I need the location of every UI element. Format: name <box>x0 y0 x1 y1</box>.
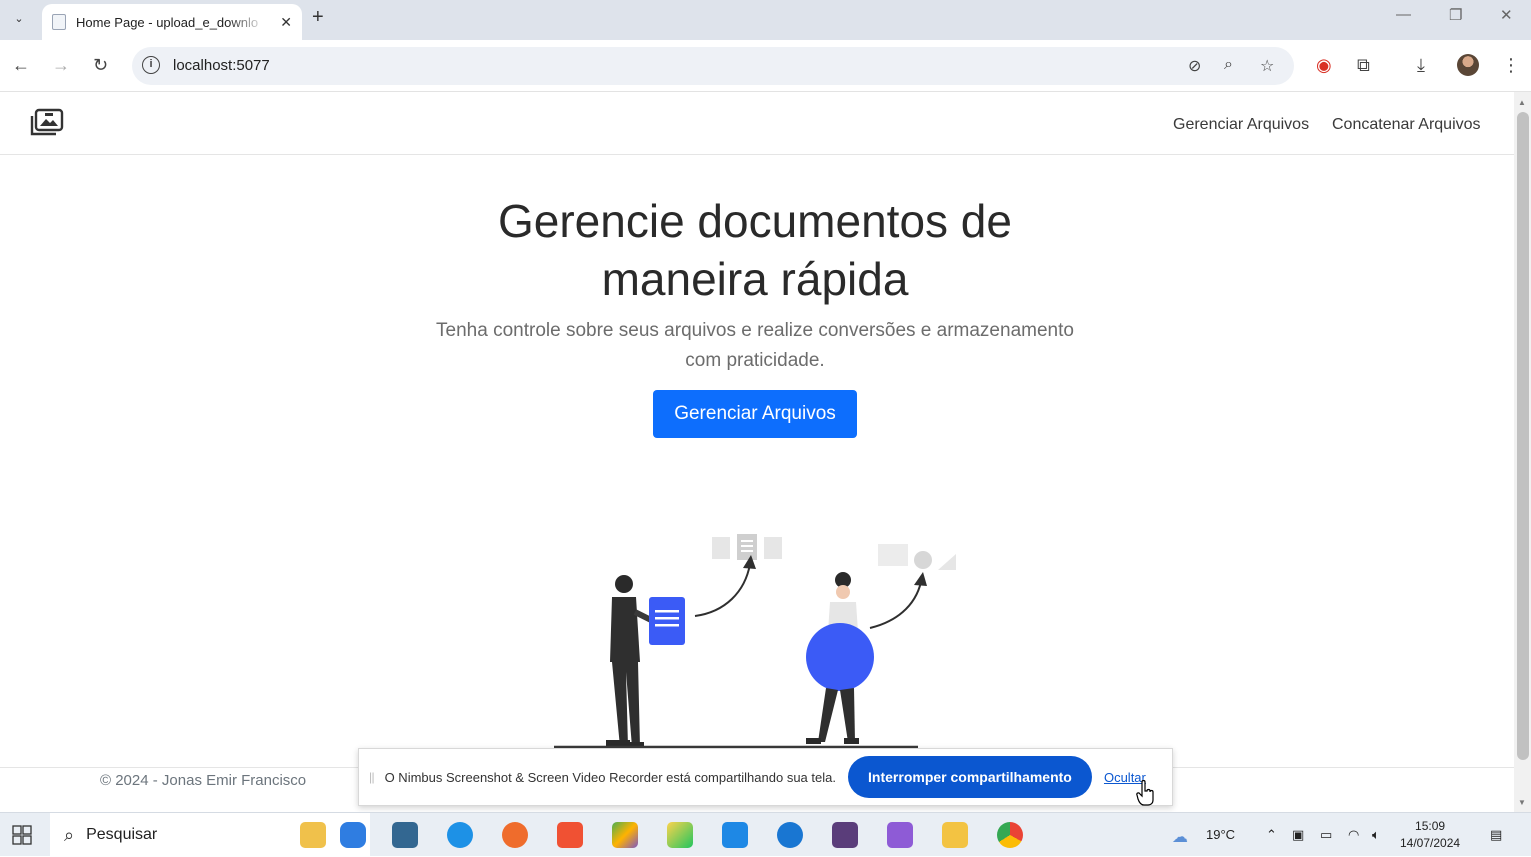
hero-lead-line1: Tenha controle sobre seus arquivos e rea… <box>436 320 1074 341</box>
screen-recorder-extension-icon[interactable]: ◉ <box>1316 54 1332 76</box>
web-page: Gerenciar Arquivos Concatenar Arquivos G… <box>0 92 1514 812</box>
page-favicon-icon <box>52 14 66 30</box>
taskbar-app-postman-icon[interactable] <box>502 822 528 848</box>
sharing-message: O Nimbus Screenshot & Screen Video Recor… <box>384 769 836 785</box>
taskbar-app-chrome-icon[interactable] <box>997 822 1023 848</box>
site-info-icon[interactable]: i <box>142 56 160 74</box>
taskbar-clock[interactable]: 15:09 14/07/2024 <box>1400 818 1460 852</box>
clock-time: 15:09 <box>1415 819 1446 833</box>
taskbar-app-notes-icon[interactable] <box>300 822 326 848</box>
hero-lead: Tenha controle sobre seus arquivos e rea… <box>420 316 1090 376</box>
taskbar-app-postgres-icon[interactable] <box>392 822 418 848</box>
browser-menu-icon[interactable]: ⋮ <box>1502 54 1520 76</box>
taskbar-app-firefox-icon[interactable] <box>777 822 803 848</box>
browser-toolbar: ← → ↻ i localhost:5077 ⊘ ⌕ ☆ ◉ ⧉ ⤓ ⋮ <box>0 40 1531 92</box>
hero-lead-line2: com praticidade. <box>685 350 825 371</box>
wifi-icon[interactable]: ◠ <box>1348 827 1359 843</box>
scroll-down-arrow-icon[interactable]: ▼ <box>1518 798 1526 807</box>
tab-close-icon[interactable]: ✕ <box>280 14 292 31</box>
page-scrollbar[interactable]: ▲ ▼ <box>1514 92 1531 812</box>
os-taskbar: ⌕ Pesquisar ☁ 19°C ⌃ ▣ ▭ ◠ 🔈︎ 15:09 14/0… <box>0 812 1531 857</box>
weather-cloud-icon[interactable]: ☁ <box>1172 827 1188 847</box>
gerenciar-arquivos-button[interactable]: Gerenciar Arquivos <box>653 390 857 438</box>
weather-temperature[interactable]: 19°C <box>1206 827 1235 842</box>
volume-icon[interactable]: 🔈︎ <box>1372 827 1380 843</box>
hand-cursor-icon <box>1136 780 1154 806</box>
taskbar-app-jetbrains-icon[interactable] <box>667 822 693 848</box>
scroll-up-arrow-icon[interactable]: ▲ <box>1518 98 1526 107</box>
tab-search-chevron-icon[interactable]: ⌄ <box>6 6 32 30</box>
tray-app-icon[interactable]: ▣ <box>1292 827 1304 843</box>
taskbar-app-terminal-icon[interactable] <box>832 822 858 848</box>
download-icon[interactable]: ⤓ <box>1417 54 1425 76</box>
taskbar-app-visualstudio-icon[interactable] <box>887 822 913 848</box>
start-menu-icon[interactable] <box>12 825 32 845</box>
notifications-icon[interactable]: ▤ <box>1490 827 1502 843</box>
documents-illustration <box>554 534 956 749</box>
nav-link-concatenar[interactable]: Concatenar Arquivos <box>1332 116 1481 134</box>
new-tab-plus-icon[interactable]: + <box>312 6 324 29</box>
drag-handle-icon[interactable]: | | <box>369 770 374 784</box>
clock-date: 14/07/2024 <box>1400 836 1461 850</box>
restore-icon[interactable]: ❐ <box>1449 6 1462 24</box>
tracking-eye-off-icon[interactable]: ⊘ <box>1188 56 1201 76</box>
address-bar[interactable]: i localhost:5077 ⊘ ⌕ ☆ <box>132 47 1294 85</box>
tab-title: Home Page - upload_e_downlo <box>76 14 259 30</box>
hero-title: Gerencie documentos de maneira rápida <box>455 192 1055 308</box>
extensions-puzzle-icon[interactable]: ⧉ <box>1357 54 1370 76</box>
browser-tabstrip: ⌄ Home Page - upload_e_downlo ✕ + — ❐ ✕ <box>0 0 1531 40</box>
search-icon: ⌕ <box>64 824 75 845</box>
taskbar-app-docker-icon[interactable] <box>447 822 473 848</box>
taskbar-app-insomnia-icon[interactable] <box>612 822 638 848</box>
url-text[interactable]: localhost:5077 <box>173 57 270 74</box>
taskbar-app-explorer-icon[interactable] <box>942 822 968 848</box>
stop-sharing-button[interactable]: Interromper compartilhamento <box>847 756 1092 798</box>
hero-title-line2: maneira rápida <box>601 253 909 305</box>
profile-avatar[interactable] <box>1457 54 1479 76</box>
reload-icon[interactable]: ↻ <box>93 54 108 76</box>
screen-sharing-bar: | | O Nimbus Screenshot & Screen Video R… <box>358 748 1173 806</box>
hero-title-line1: Gerencie documentos de <box>498 195 1012 247</box>
minimize-icon[interactable]: — <box>1396 6 1411 23</box>
bookmark-star-icon[interactable]: ☆ <box>1260 56 1274 76</box>
window-close-icon[interactable]: ✕ <box>1500 6 1513 24</box>
taskbar-app-git-icon[interactable] <box>557 822 583 848</box>
site-navbar: Gerenciar Arquivos Concatenar Arquivos <box>0 92 1514 155</box>
forward-arrow-icon[interactable]: → <box>52 54 70 76</box>
footer-copyright: © 2024 - Jonas Emir Francisco <box>100 772 307 789</box>
folder-brand-icon[interactable] <box>30 108 64 138</box>
tray-chevron-up-icon[interactable]: ⌃ <box>1266 827 1277 843</box>
nav-link-gerenciar[interactable]: Gerenciar Arquivos <box>1173 116 1309 134</box>
taskbar-app-vscode-icon[interactable] <box>722 822 748 848</box>
zoom-icon[interactable]: ⌕ <box>1224 56 1233 74</box>
taskbar-search-text: Pesquisar <box>86 826 158 843</box>
browser-tab-home[interactable]: Home Page - upload_e_downlo ✕ <box>42 4 302 40</box>
tray-battery-icon[interactable]: ▭ <box>1320 827 1332 843</box>
back-arrow-icon[interactable]: ← <box>12 54 30 76</box>
taskbar-app-files-icon[interactable] <box>340 822 366 848</box>
scrollbar-thumb[interactable] <box>1517 112 1529 760</box>
